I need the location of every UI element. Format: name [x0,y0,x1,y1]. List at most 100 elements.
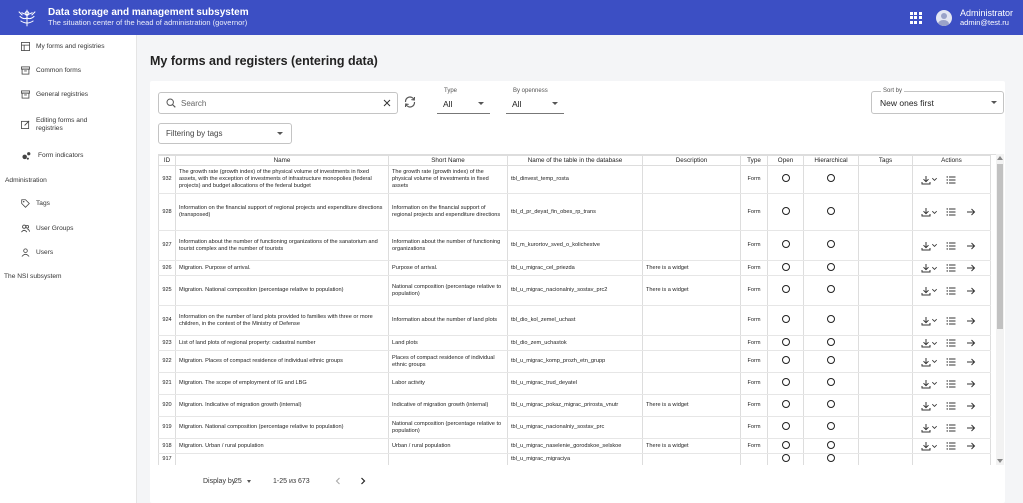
table-row[interactable]: 918 Migration. Urban / rural population Ur… [158,438,991,454]
download-button[interactable] [921,441,938,451]
table-row[interactable]: 926 Migration. Purpose of arrival. Purpose… [158,260,991,276]
table-row[interactable]: 919 Migration. National composition (perc… [158,416,991,439]
type-filter-select[interactable]: Type All [437,88,490,114]
download-button[interactable] [921,401,938,411]
sidebar-item-form-indicators[interactable]: Form indicators [22,151,83,160]
table-row[interactable]: 928 Information on the financial support … [158,193,991,231]
scroll-down-arrow-icon[interactable] [997,459,1003,463]
download-button[interactable] [921,263,938,273]
open-radio[interactable] [781,240,790,249]
table-row[interactable]: 917 tbl_u_migrac_migraciya [158,453,991,465]
refresh-icon[interactable] [403,95,417,109]
list-icon[interactable] [946,357,956,367]
download-button[interactable] [921,338,938,348]
hierarchical-radio[interactable] [827,356,835,365]
hierarchical-radio[interactable] [827,174,835,183]
arrow-right-icon[interactable] [966,207,976,217]
hierarchical-radio[interactable] [827,206,835,215]
arrow-right-icon[interactable] [966,263,976,273]
sidebar-item-user-groups[interactable]: User Groups [21,224,73,233]
table-row[interactable]: 920 Migration. Indicative of migration gr… [158,394,991,417]
column-header-tags[interactable]: Tags [858,155,913,166]
hierarchical-radio[interactable] [827,315,835,324]
openness-filter-select[interactable]: By openness All [506,88,564,114]
tags-filter-select[interactable]: Filtering by tags [158,123,292,144]
hierarchical-radio[interactable] [827,400,835,409]
column-header-name[interactable]: Name [175,155,389,166]
sidebar-item-my-forms[interactable]: My forms and registries [21,42,105,51]
open-radio[interactable] [781,174,790,183]
list-icon[interactable] [946,263,956,273]
download-button[interactable] [921,241,938,251]
hierarchical-radio[interactable] [827,440,835,449]
download-button[interactable] [921,357,938,367]
search-input[interactable] [181,98,376,108]
column-header-open[interactable]: Open [767,155,804,166]
arrow-right-icon[interactable] [966,316,976,326]
hierarchical-radio[interactable] [827,262,835,271]
table-scrollbar[interactable] [996,154,1004,465]
list-icon[interactable] [946,379,956,389]
download-button[interactable] [921,175,938,185]
arrow-right-icon[interactable] [966,357,976,367]
chevron-left-icon[interactable] [333,476,343,486]
sidebar-section-nsi[interactable]: The NSI subsystem [4,273,62,280]
column-header-db-table[interactable]: Name of the table in the database [507,155,643,166]
hierarchical-radio[interactable] [827,378,835,387]
arrow-right-icon[interactable] [966,286,976,296]
table-row[interactable]: 927 Information about the number of funct… [158,230,991,261]
list-icon[interactable] [946,241,956,251]
hierarchical-radio[interactable] [827,454,835,462]
list-icon[interactable] [946,441,956,451]
arrow-right-icon[interactable] [966,241,976,251]
list-icon[interactable] [946,401,956,411]
open-radio[interactable] [781,356,790,365]
column-header-description[interactable]: Description [642,155,741,166]
table-row[interactable]: 922 Migration. Places of compact residenc… [158,350,991,373]
open-radio[interactable] [781,422,790,431]
open-radio[interactable] [781,315,790,324]
download-button[interactable] [921,316,938,326]
column-header-type[interactable]: Type [740,155,768,166]
table-row[interactable]: 925 Migration. National composition (perc… [158,275,991,306]
open-radio[interactable] [781,262,790,271]
open-radio[interactable] [781,285,790,294]
list-icon[interactable] [946,316,956,326]
arrow-right-icon[interactable] [966,379,976,389]
table-row[interactable]: 921 Migration. The scope of employment of… [158,372,991,395]
user-block[interactable]: Administrator admin@test.ru [960,8,1013,28]
close-icon[interactable] [383,99,391,107]
table-row[interactable]: 924 Information on the number of land plo… [158,305,991,336]
open-radio[interactable] [781,337,790,346]
open-radio[interactable] [781,400,790,409]
arrow-right-icon[interactable] [966,423,976,433]
download-button[interactable] [921,423,938,433]
arrow-right-icon[interactable] [966,338,976,348]
chevron-right-icon[interactable] [358,476,368,486]
apps-grid-icon[interactable] [909,11,922,24]
chevron-down-icon[interactable] [247,480,251,483]
sidebar-item-common-forms[interactable]: Common forms [21,66,81,75]
column-header-hierarchical[interactable]: Hierarchical [803,155,859,166]
open-radio[interactable] [781,378,790,387]
avatar[interactable] [935,9,952,26]
table-row[interactable]: 923 List of land plots of regional proper… [158,335,991,351]
sidebar-item-editing-forms[interactable]: Editing forms and registries [21,117,131,133]
scroll-thumb[interactable] [997,164,1003,329]
hierarchical-radio[interactable] [827,422,835,431]
download-button[interactable] [921,207,938,217]
hierarchical-radio[interactable] [827,337,835,346]
open-radio[interactable] [781,440,790,449]
sidebar-item-users[interactable]: Users [21,248,53,257]
arrow-right-icon[interactable] [966,441,976,451]
hierarchical-radio[interactable] [827,285,835,294]
page-size-select[interactable]: 25 [234,478,242,485]
column-header-id[interactable]: ID [158,155,176,166]
list-icon[interactable] [946,175,956,185]
column-header-short-name[interactable]: Short Name [388,155,508,166]
download-button[interactable] [921,286,938,296]
scroll-up-arrow-icon[interactable] [997,156,1003,160]
sort-select[interactable]: Sort by New ones first [871,88,1004,114]
hierarchical-radio[interactable] [827,240,835,249]
download-button[interactable] [921,379,938,389]
